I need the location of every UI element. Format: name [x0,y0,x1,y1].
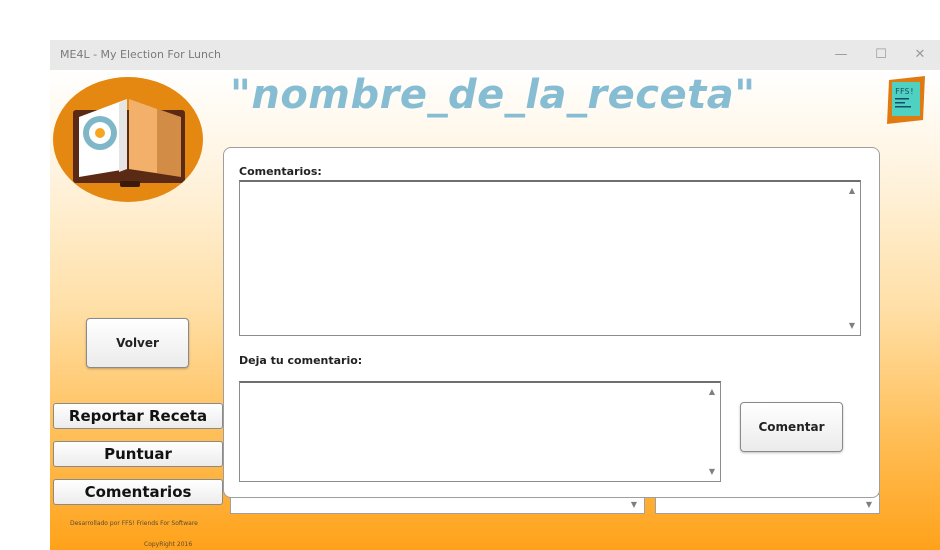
new-comment-label: Deja tu comentario: [239,354,363,367]
ffs-logo-icon: FFS! [885,76,927,126]
comentar-button[interactable]: Comentar [740,402,843,452]
scroll-up-icon[interactable]: ▲ [704,385,720,399]
svg-text:FFS!: FFS! [895,87,914,96]
reportar-receta-button[interactable]: Reportar Receta [53,403,223,429]
maximize-button[interactable]: ☐ [867,46,895,64]
new-comment-textarea[interactable]: ▲ ▼ [239,381,721,482]
developer-credit: Desarrollado por FFS! Friends For Softwa… [70,520,198,527]
comments-textarea[interactable]: ▲ ▼ [239,180,861,336]
close-button[interactable]: ✕ [906,46,934,64]
comments-scrollbar[interactable]: ▲ ▼ [844,182,860,335]
volver-button[interactable]: Volver [86,318,189,368]
copyright-text: CopyRight 2016 [144,541,193,548]
app-window: ME4L - My Election For Lunch — ☐ ✕ "nomb… [50,40,940,550]
scroll-down-icon[interactable]: ▼ [844,319,860,333]
recipe-title: "nombre_de_la_receta" [230,72,756,118]
comments-label: Comentarios: [239,165,322,178]
scroll-down-icon[interactable]: ▼ [704,465,720,479]
chevron-down-icon[interactable]: ▼ [861,498,877,512]
chevron-down-icon[interactable]: ▼ [626,498,642,512]
comentarios-button[interactable]: Comentarios [53,479,223,505]
open-book-icon [53,77,203,202]
title-bar[interactable]: ME4L - My Election For Lunch — ☐ ✕ [50,40,940,70]
puntuar-button[interactable]: Puntuar [53,441,223,467]
window-title: ME4L - My Election For Lunch [60,48,221,61]
main-area: "nombre_de_la_receta" FFS! Volver Report… [50,70,940,550]
minimize-button[interactable]: — [827,46,855,64]
new-comment-scrollbar[interactable]: ▲ ▼ [704,383,720,481]
scroll-up-icon[interactable]: ▲ [844,184,860,198]
comments-panel: Comentarios: ▲ ▼ Deja tu comentario: ▲ ▼… [223,147,880,498]
